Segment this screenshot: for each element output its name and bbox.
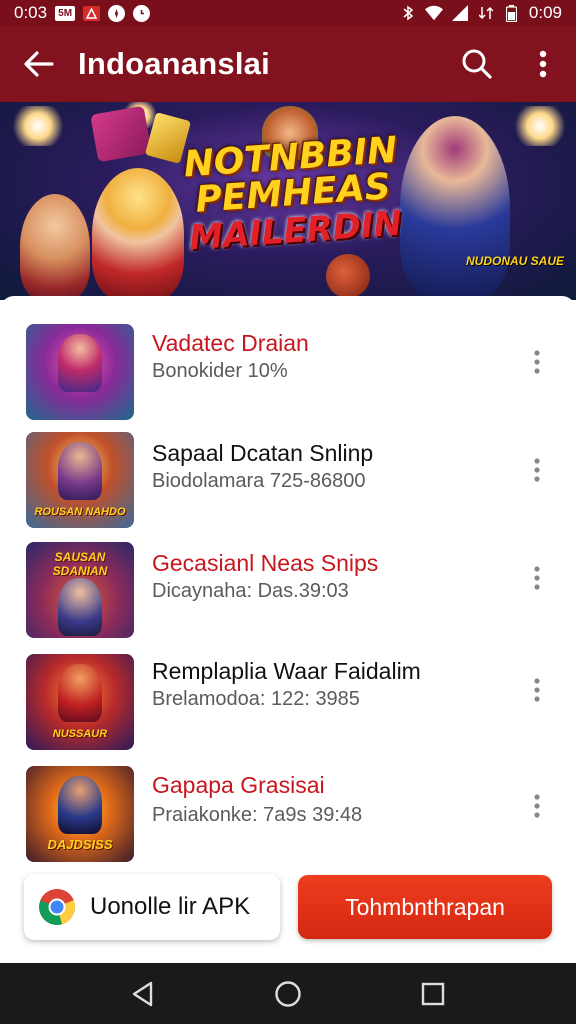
item-more-button[interactable] [522,342,552,382]
more-vert-icon [534,794,540,818]
nav-recents-button[interactable] [403,969,463,1019]
status-time-right: 0:09 [528,3,562,22]
app-bar: Indoananslai [0,26,576,102]
more-vert-icon [534,678,540,702]
hero-badge: NUDONAU SAUE [465,254,564,268]
game-thumbnail: ROUSAN NAHDO [26,432,134,528]
hero-ball [326,254,370,298]
list-item[interactable]: NUSSAUR Remplaplia Waar Faidalim Brelamo… [0,652,576,762]
item-more-button[interactable] [522,558,552,598]
hero-character-mascot [20,194,90,300]
game-title: Gecasianl Neas Snips [152,550,379,576]
nav-home-button[interactable] [258,969,318,1019]
stadium-light [8,106,68,146]
thumbnail-label: DAJDSISS [47,837,113,852]
stadium-light [510,106,570,146]
nav-back-icon [132,981,152,1006]
battery-icon [503,4,521,22]
more-vert-icon [534,458,540,482]
item-more-button[interactable] [522,786,552,826]
more-vert-icon [534,566,540,590]
thumbnail-character [58,776,102,834]
game-thumbnail: SAUSAN SDANIAN [26,542,134,638]
nav-home-icon [275,980,301,1007]
game-thumbnail: NUSSAUR [26,654,134,750]
thumbnail-label: SAUSAN SDANIAN [52,550,108,578]
thumbnail-character [58,334,102,392]
more-vert-icon [534,350,540,374]
download-apk-button[interactable]: Uonolle lir APK [24,874,280,940]
thumbnail-character [58,664,102,722]
game-title: Vadatec Draian [152,330,309,356]
more-vert-icon [539,50,547,78]
list-item[interactable]: DAJDSISS Gapapa Grasisai Praiakonke: 7a9… [0,762,576,872]
game-thumbnail: DAJDSISS [26,766,134,862]
item-more-button[interactable] [522,670,552,710]
hero-title: NOTNBBIN PEMHEAS MAILERDIN [175,130,412,259]
thumbnail-character [58,578,102,636]
clock-notification-icon [133,4,151,22]
status-left: 0:03 5M [14,3,151,23]
download-apk-label: Uonolle lir APK [90,893,251,920]
list-item[interactable]: SAUSAN SDANIAN Gecasianl Neas Snips Dica… [0,540,576,650]
thumbnail-label: NUSSAUR [52,728,108,740]
game-subtitle: Dicaynaha: Das.39:03 [152,580,349,602]
chrome-icon [39,889,76,925]
notification-box-icon: 5M [55,5,76,21]
game-list: Vadatec Draian Bonokider 10% ROUSAN NAHD… [0,296,576,870]
primary-action-button[interactable]: Tohmbnthrapan [298,875,552,939]
primary-action-label: Tohmbnthrapan [345,893,505,920]
list-item[interactable]: Vadatec Draian Bonokider 10% [0,320,576,430]
compass-notification-icon [108,4,126,22]
game-thumbnail [26,324,134,420]
game-subtitle: Biodolamara 725-86800 [152,470,366,492]
hero-card-prop [90,105,152,163]
nav-recents-icon [422,982,445,1005]
pdf-notification-icon [83,5,101,21]
signal-icon [451,5,469,21]
system-nav-bar [0,963,576,1024]
page-title: Indoananslai [78,46,270,81]
game-subtitle: Praiakonke: 7a9s 39:48 [152,804,363,826]
data-icon [477,5,495,21]
nav-back-button[interactable] [113,969,173,1019]
status-time-left: 0:03 [14,3,48,22]
game-title: Gapapa Grasisai [152,772,325,798]
game-subtitle: Brelamodoa: 122: 3985 [152,688,360,710]
list-item[interactable]: ROUSAN NAHDO Sapaal Dcatan Snlinp Biodol… [0,430,576,540]
game-title: Sapaal Dcatan Snlinp [152,440,374,466]
hero-character-right [400,116,510,300]
wifi-icon [424,5,443,21]
status-right: 0:09 [399,3,562,23]
search-button[interactable] [444,26,510,102]
thumbnail-label: ROUSAN NAHDO [34,506,126,518]
status-bar: 0:03 5M 0:09 [0,0,576,26]
arrow-left-icon [24,51,54,77]
thumbnail-character [58,442,102,500]
overflow-menu-button[interactable] [510,26,576,102]
hero-character-left [92,168,184,300]
item-more-button[interactable] [522,450,552,490]
game-subtitle: Bonokider 10% [152,360,288,382]
hero-banner[interactable]: NOTNBBIN PEMHEAS MAILERDIN NUDONAU SAUE [0,102,576,300]
back-button[interactable] [0,26,78,102]
bluetooth-icon [399,5,417,21]
search-icon [462,49,492,79]
game-title: Remplaplia Waar Faidalim [152,658,421,684]
